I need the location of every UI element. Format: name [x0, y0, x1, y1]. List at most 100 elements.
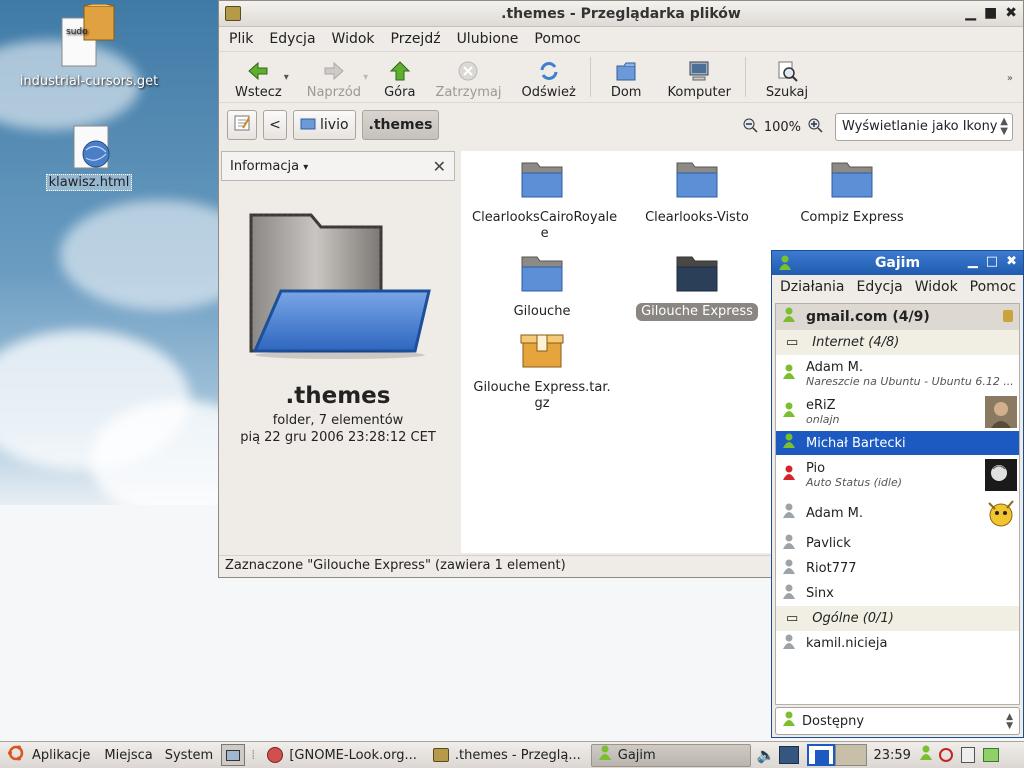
up-button[interactable]: Góra	[374, 54, 425, 100]
taskbar-item-gajim[interactable]: Gajim	[590, 743, 751, 767]
computer-button[interactable]: Komputer	[657, 54, 740, 100]
applications-menu[interactable]: Aplikacje	[26, 748, 96, 763]
close-icon[interactable]: ✖	[1006, 254, 1017, 269]
places-menu[interactable]: Miejsca	[98, 748, 158, 763]
menu-help[interactable]: Pomoc	[534, 31, 580, 47]
path-crumb-themes[interactable]: .themes	[361, 110, 440, 140]
stop-button[interactable]: Zatrzymaj	[425, 54, 511, 100]
contact-row[interactable]: Pio Auto Status (idle)	[776, 455, 1019, 495]
contact-row[interactable]: Pavlick	[776, 531, 1019, 556]
show-desktop-button[interactable]	[221, 744, 246, 766]
sidepane-folder-date: pią 22 gru 2006 23:28:12 CET	[240, 430, 436, 445]
system-menu[interactable]: System	[159, 748, 219, 763]
search-button[interactable]: Szukaj	[750, 54, 824, 100]
folder-icon	[831, 162, 873, 198]
menu-actions[interactable]: Działania	[780, 279, 845, 295]
desktop-icon-klawisz[interactable]: klawisz.html	[14, 124, 164, 191]
maximize-icon[interactable]: ■	[984, 5, 997, 21]
path-crumb-label: livio	[320, 117, 349, 133]
back-label: Wstecz	[235, 85, 282, 100]
back-history-dropdown-icon[interactable]: ▾	[284, 72, 289, 83]
clipboard-icon[interactable]	[960, 747, 975, 763]
sidepane-selector[interactable]: Informacja ▾	[230, 159, 308, 174]
desktop-icon-label: klawisz.html	[45, 174, 133, 191]
view-mode-select[interactable]: Wyświetlanie jako Ikony ▲ ▼	[835, 113, 1013, 141]
menu-help[interactable]: Pomoc	[970, 279, 1016, 295]
contact-status-message: onlajn	[806, 413, 840, 426]
menu-file[interactable]: Plik	[229, 31, 253, 47]
notification-icon[interactable]	[938, 748, 953, 762]
taskbar-item-themes[interactable]: .themes - Przeglą...	[427, 744, 587, 767]
contact-row[interactable]: kamil.nicieja	[776, 631, 1019, 656]
workspace-2[interactable]	[835, 744, 868, 766]
contact-row[interactable]: Riot777	[776, 556, 1019, 581]
file-item-compiz-express[interactable]: Compiz Express	[777, 153, 927, 227]
contact-row[interactable]: Sinx	[776, 581, 1019, 606]
toolbar-separator	[589, 57, 591, 97]
home-folder-icon	[614, 60, 638, 82]
gajim-titlebar[interactable]: Gajim ▁ □ ✖	[772, 251, 1023, 275]
menu-view[interactable]: Widok	[915, 279, 958, 295]
offline-status-icon	[782, 559, 796, 579]
menu-edit[interactable]: Edycja	[269, 31, 315, 47]
volume-icon[interactable]: 🔈	[757, 746, 776, 764]
reload-button[interactable]: Odśwież	[512, 54, 586, 100]
minimize-icon[interactable]: ▁	[965, 5, 976, 21]
update-icon[interactable]	[982, 748, 999, 762]
forward-button[interactable]: Naprzód	[297, 54, 371, 100]
path-crumb-livio[interactable]: livio	[293, 110, 356, 140]
group-row-internet[interactable]: ▭ Internet (4/8)	[776, 330, 1019, 355]
taskbar-item-gnome-look[interactable]: [GNOME-Look.org...	[261, 744, 423, 767]
account-row[interactable]: gmail.com (4/9)	[776, 304, 1019, 330]
arrow-left-icon	[246, 60, 270, 82]
contact-name: Michał Bartecki	[806, 435, 906, 451]
group-row-ogolne[interactable]: ▭ Ogólne (0/1)	[776, 606, 1019, 631]
file-item-gilouche-express[interactable]: Gilouche Express	[622, 247, 772, 321]
menu-bookmarks[interactable]: Ulubione	[457, 31, 519, 47]
online-status-icon	[782, 307, 796, 327]
contact-row[interactable]: eRiZ onlajn	[776, 393, 1019, 431]
workspace-1[interactable]	[807, 744, 836, 766]
forward-history-dropdown-icon[interactable]: ▾	[363, 72, 368, 83]
close-sidepane-icon[interactable]: ✕	[433, 157, 446, 176]
menu-view[interactable]: Widok	[332, 31, 375, 47]
stop-icon	[456, 60, 480, 82]
clock[interactable]: 23:59	[873, 748, 910, 763]
arrow-right-icon	[322, 60, 346, 82]
zoom-control: 100%	[742, 117, 823, 137]
contact-row[interactable]: Adam M. Nareszcie na Ubuntu - Ubuntu 6.12…	[776, 355, 1019, 393]
file-item-clearlooks-visto[interactable]: Clearlooks-Visto	[622, 153, 772, 227]
home-button[interactable]: Dom	[595, 54, 658, 100]
contact-row[interactable]: Adam M.	[776, 495, 1019, 531]
menu-edit[interactable]: Edycja	[857, 279, 903, 295]
zoom-in-icon[interactable]	[807, 117, 823, 137]
zoom-out-icon[interactable]	[742, 117, 758, 137]
folder-icon	[521, 256, 563, 292]
file-item-clearlookscairoroyale[interactable]: ClearlooksCairoRoyale e	[467, 153, 617, 243]
path-scroll-left-button[interactable]: <	[263, 110, 287, 140]
toggle-location-entry-button[interactable]	[227, 110, 257, 140]
minimize-icon[interactable]: ▁	[968, 254, 978, 269]
contact-name: Pio	[806, 461, 826, 476]
ubuntu-logo-icon[interactable]	[6, 744, 26, 766]
search-icon	[775, 60, 799, 82]
file-name: Gilouche	[513, 304, 571, 319]
toolbar-overflow-icon[interactable]: »	[1007, 73, 1013, 84]
file-item-gilouche[interactable]: Gilouche	[467, 247, 617, 321]
window-titlebar[interactable]: .themes - Przeglądarka plików ▁ ■ ✖	[219, 1, 1023, 27]
window-title: .themes - Przeglądarka plików	[501, 5, 741, 22]
collapse-icon: ▭	[786, 335, 799, 350]
browser-icon	[267, 747, 284, 763]
network-icon[interactable]	[779, 746, 800, 764]
menu-go[interactable]: Przejdź	[391, 31, 441, 47]
presence-select[interactable]: Dostępny ▲ ▼	[775, 707, 1020, 735]
desktop-icon-industrial-cursors[interactable]: sudo industrial-cursors.get	[14, 3, 164, 89]
contact-row-selected[interactable]: Michał Bartecki	[776, 431, 1019, 455]
maximize-icon[interactable]: □	[986, 254, 998, 269]
close-icon[interactable]: ✖	[1005, 5, 1017, 21]
gajim-tray-icon[interactable]	[919, 745, 933, 765]
file-item-gilouche-express-archive[interactable]: Gilouche Express.tar. gz	[467, 323, 617, 413]
sidepane-header: Informacja ▾ ✕	[221, 151, 455, 181]
large-folder-icon	[249, 213, 431, 359]
back-button[interactable]: Wstecz	[225, 54, 292, 100]
